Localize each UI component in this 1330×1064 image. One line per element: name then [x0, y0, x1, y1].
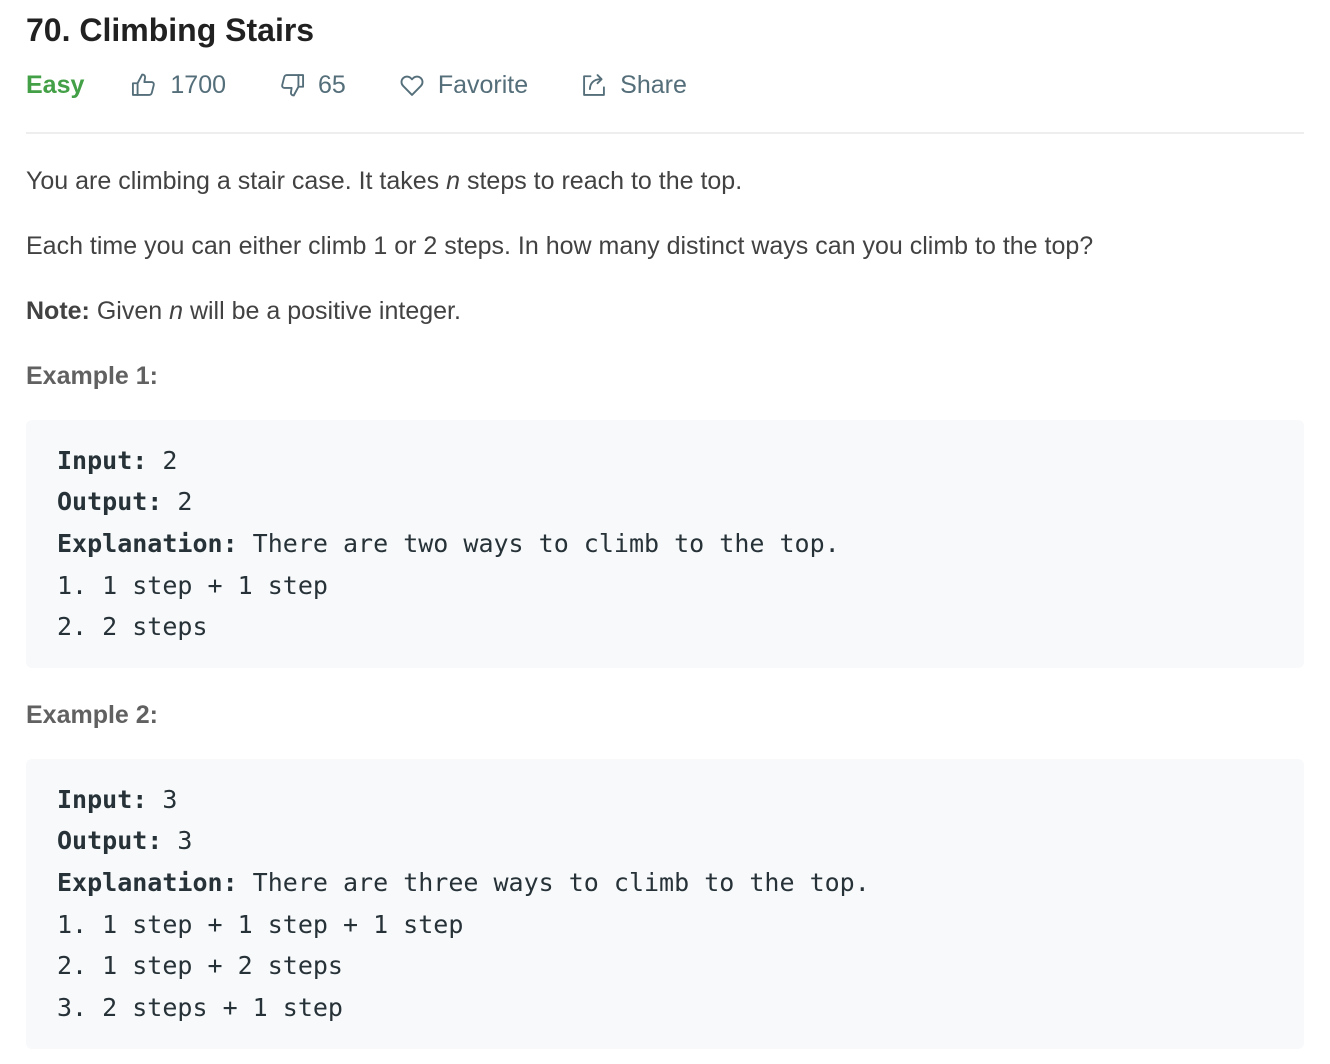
thumbs-down-icon: [281, 74, 305, 97]
output-value: 2: [162, 487, 193, 516]
note-label: Note:: [26, 297, 90, 325]
favorite-button[interactable]: Favorite: [398, 71, 528, 100]
output-value: 3: [162, 826, 193, 855]
problem-title: 70. Climbing Stairs: [26, 12, 315, 48]
example-1-heading: Example 1:: [26, 362, 159, 390]
dislike-button[interactable]: 65: [278, 71, 346, 100]
example-input-line: Input: 3: [57, 783, 177, 817]
heart-icon: [400, 75, 424, 96]
note-text: Given: [89, 297, 170, 325]
description-paragraph-1: You are climbing a stair case. It takes …: [26, 165, 742, 197]
variable-n: n: [446, 167, 461, 195]
example-input-line: Input: 2: [57, 444, 177, 478]
explanation-label: Explanation:: [57, 529, 238, 558]
example-explanation-line: Explanation: There are two ways to climb…: [57, 527, 840, 561]
note-paragraph: Note: Given n will be a positive integer…: [26, 295, 461, 327]
note-text: will be a positive integer.: [183, 297, 461, 325]
input-label: Input:: [57, 785, 148, 814]
problem-page: 70. Climbing Stairs Easy 1700 65 Favorit…: [0, 0, 1330, 1064]
difficulty-badge: Easy: [26, 70, 85, 99]
example-explanation-line: Explanation: There are three ways to cli…: [57, 866, 870, 900]
explanation-value: There are three ways to climb to the top…: [237, 868, 870, 897]
example-1-code: Input: 2 Output: 2 Explanation: There ar…: [26, 420, 1304, 668]
output-label: Output:: [57, 826, 163, 855]
variable-n: n: [169, 297, 183, 325]
input-value: 3: [147, 785, 178, 814]
input-label: Input:: [57, 446, 148, 475]
example-output-line: Output: 3: [57, 824, 192, 858]
example-step-line: 3. 2 steps + 1 step: [57, 993, 343, 1022]
output-label: Output:: [57, 487, 163, 516]
input-value: 2: [147, 446, 178, 475]
problem-meta-bar: Easy 1700 65 Favorite Share: [26, 64, 687, 106]
share-icon: [583, 74, 605, 96]
description-paragraph-2: Each time you can either climb 1 or 2 st…: [26, 232, 1094, 260]
like-count: 1700: [170, 70, 227, 99]
share-label: Share: [620, 70, 687, 99]
example-2-code: Input: 3 Output: 3 Explanation: There ar…: [26, 759, 1304, 1049]
like-button[interactable]: 1700: [130, 71, 226, 100]
example-step-line: 1. 1 step + 1 step + 1 step: [57, 910, 464, 939]
example-step-line: 2. 2 steps: [57, 612, 208, 641]
explanation-label: Explanation:: [57, 868, 238, 897]
dislike-count: 65: [318, 70, 346, 99]
description-text: You are climbing a stair case. It takes: [26, 167, 447, 195]
explanation-value: There are two ways to climb to the top.: [237, 529, 840, 558]
example-step-line: 2. 1 step + 2 steps: [57, 951, 343, 980]
share-button[interactable]: Share: [580, 71, 687, 100]
header-divider: [26, 132, 1304, 134]
example-2-heading: Example 2:: [26, 701, 159, 729]
favorite-label: Favorite: [437, 70, 529, 99]
description-text: steps to reach to the top.: [460, 167, 743, 195]
example-output-line: Output: 2: [57, 485, 192, 519]
thumbs-up-icon: [132, 73, 156, 96]
example-step-line: 1. 1 step + 1 step: [57, 571, 328, 600]
